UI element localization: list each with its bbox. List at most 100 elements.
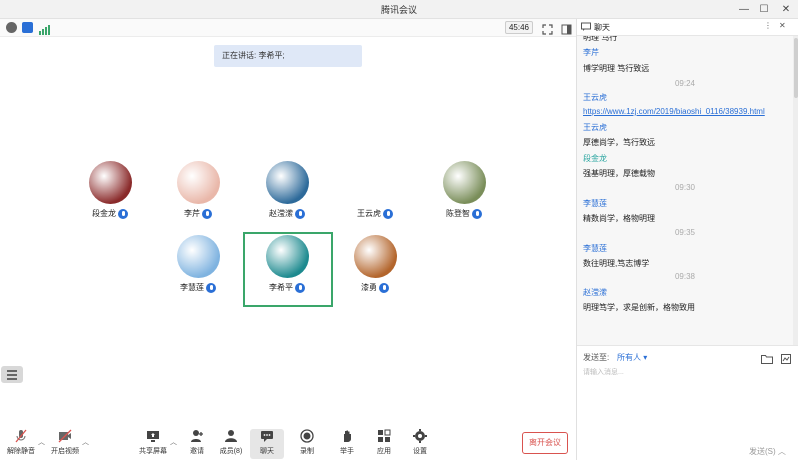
participant-tile[interactable]: 陈登智	[429, 161, 499, 231]
chat-icon	[581, 22, 591, 34]
list-view-toggle[interactable]	[1, 366, 23, 383]
mic-icon	[295, 208, 305, 219]
participant-name: 陈登智	[429, 208, 499, 219]
participant-name: 李芹	[163, 208, 233, 219]
participant-name: 李慧莲	[163, 282, 233, 293]
title-bar: 腾讯会议 — ☐ ✕	[0, 0, 798, 19]
info-icon[interactable]	[6, 22, 17, 33]
folder-icon[interactable]	[761, 351, 773, 369]
message-sender: 段金龙	[583, 154, 607, 163]
avatar	[89, 161, 132, 204]
meeting-status-bar: 45:46	[0, 19, 576, 37]
avatar	[177, 161, 220, 204]
participant-tile[interactable]: 漆勇	[340, 235, 410, 305]
mic-icon	[118, 208, 128, 219]
mic-icon	[472, 208, 482, 219]
camera-off-icon	[58, 429, 72, 443]
mute-button[interactable]: 解除静音	[4, 429, 38, 459]
message-sender: 王云虎	[583, 123, 607, 132]
apps-grid-icon	[377, 429, 391, 443]
message-sender: 李慧莲	[583, 244, 607, 253]
video-button[interactable]: 开启视频	[48, 429, 82, 459]
avatar	[354, 235, 397, 278]
mic-icon	[383, 208, 393, 219]
window-title: 腾讯会议	[380, 5, 417, 15]
mic-icon	[206, 282, 216, 293]
leave-meeting-button[interactable]: 离开会议	[522, 432, 568, 454]
message-timestamp: 09:30	[674, 183, 696, 192]
hand-icon	[340, 429, 354, 443]
chat-scrollbar[interactable]	[793, 36, 798, 345]
record-button[interactable]: 录制	[290, 429, 324, 459]
message-text: 博学明理 笃行致远	[583, 64, 650, 73]
raise-hand-button[interactable]: 举手	[330, 429, 364, 459]
share-screen-button[interactable]: 共享屏幕	[136, 429, 170, 459]
mic-icon	[379, 282, 389, 293]
participant-name: 王云虎	[340, 208, 410, 219]
chat-message-list[interactable]: 明理 笃行李芹博学明理 笃行致远 09:24 王云虎 https://www.1zj.…	[577, 36, 793, 345]
layout-icon[interactable]	[561, 22, 572, 35]
participant-tile[interactable]: 赵滢潆	[252, 161, 322, 231]
message-sender: 李芹	[583, 48, 599, 57]
settings-button[interactable]: 设置	[403, 429, 437, 459]
chat-input-area: 发送至: 所有人 ▾ 请输入消息... 发送(S) ︿	[577, 345, 798, 460]
participant-tile[interactable]: 李芹	[163, 161, 233, 231]
mic-muted-icon	[14, 429, 28, 443]
chat-input-field[interactable]: 请输入消息...	[583, 367, 624, 377]
message-timestamp: 09:38	[674, 272, 696, 281]
chat-panel: 聊天 ⋮ ✕ 明理 笃行李芹博学明理 笃行致远 09:24 王云虎 https://w…	[576, 19, 798, 460]
gear-icon	[413, 429, 427, 443]
maximize-icon[interactable]: ☐	[756, 2, 772, 17]
send-button[interactable]: 发送(S) ︿	[749, 446, 786, 457]
participant-tile[interactable]: 王云虎	[340, 161, 410, 231]
close-chat-icon[interactable]: ✕	[779, 21, 786, 30]
message-text: 精数尚学，格物明理	[583, 214, 655, 223]
mute-options-caret[interactable]: ︿	[38, 437, 45, 447]
mic-icon	[202, 208, 212, 219]
message-sender: 赵滢潆	[583, 288, 607, 297]
send-to-dropdown[interactable]: 所有人 ▾	[617, 352, 647, 363]
active-speaker-highlight	[243, 232, 333, 307]
share-options-caret[interactable]: ︿	[170, 437, 177, 447]
meeting-timer: 45:46	[505, 21, 533, 34]
members-button[interactable]: 成员(8)	[214, 429, 248, 459]
minimize-icon[interactable]: —	[736, 2, 752, 17]
avatar	[177, 235, 220, 278]
invite-button[interactable]: 邀请	[180, 429, 214, 459]
message-timestamp: 09:24	[674, 79, 696, 88]
meeting-toolbar: 解除静音 ︿ 开启视频 ︿ 共享屏幕 ︿ 邀请 成员(8) 聊天 录制 举手 应…	[0, 425, 576, 460]
video-options-caret[interactable]: ︿	[82, 437, 89, 447]
message-text: 明理 笃行	[583, 36, 618, 42]
close-icon[interactable]: ✕	[778, 2, 794, 17]
avatar	[266, 161, 309, 204]
message-sender: 王云虎	[583, 93, 607, 102]
participant-name: 段金龙	[75, 208, 145, 219]
message-text: 强基明理，厚德载物	[583, 169, 655, 178]
meeting-window: 腾讯会议 — ☐ ✕ 45:46 正在讲话: 李希平; 段金龙 李芹 赵滢潆 王云虎陈…	[0, 0, 798, 460]
screenshot-icon[interactable]	[781, 351, 791, 369]
message-timestamp: 09:35	[674, 228, 696, 237]
apps-button[interactable]: 应用	[367, 429, 401, 459]
chat-title: 聊天	[594, 23, 610, 32]
screen-share-icon	[146, 429, 160, 443]
participant-tile[interactable]: 段金龙	[75, 161, 145, 231]
more-icon[interactable]: ⋮	[764, 21, 772, 30]
participant-name: 赵滢潆	[252, 208, 322, 219]
record-icon	[300, 429, 314, 443]
participant-tile[interactable]: 李慧莲	[163, 235, 233, 305]
avatar	[443, 161, 486, 204]
fullscreen-icon[interactable]	[542, 22, 553, 35]
message-text: 明理笃学，求是创新，格物致用	[583, 303, 695, 312]
users-icon	[224, 429, 238, 443]
send-to-label: 发送至:	[583, 353, 610, 362]
chat-header: 聊天 ⋮ ✕	[577, 19, 798, 36]
avatar	[354, 161, 397, 204]
message-link[interactable]: https://www.1zj.com/2019/biaoshi_0116/38…	[583, 107, 765, 116]
chat-button[interactable]: 聊天	[250, 429, 284, 459]
shield-icon[interactable]	[22, 22, 33, 33]
message-text: 数往明理,笃志博学	[583, 259, 650, 268]
message-text: 厚德尚学，笃行致远	[583, 138, 655, 147]
message-sender: 李慧莲	[583, 199, 607, 208]
signal-icon[interactable]	[39, 22, 50, 35]
participant-name: 漆勇	[340, 282, 410, 293]
